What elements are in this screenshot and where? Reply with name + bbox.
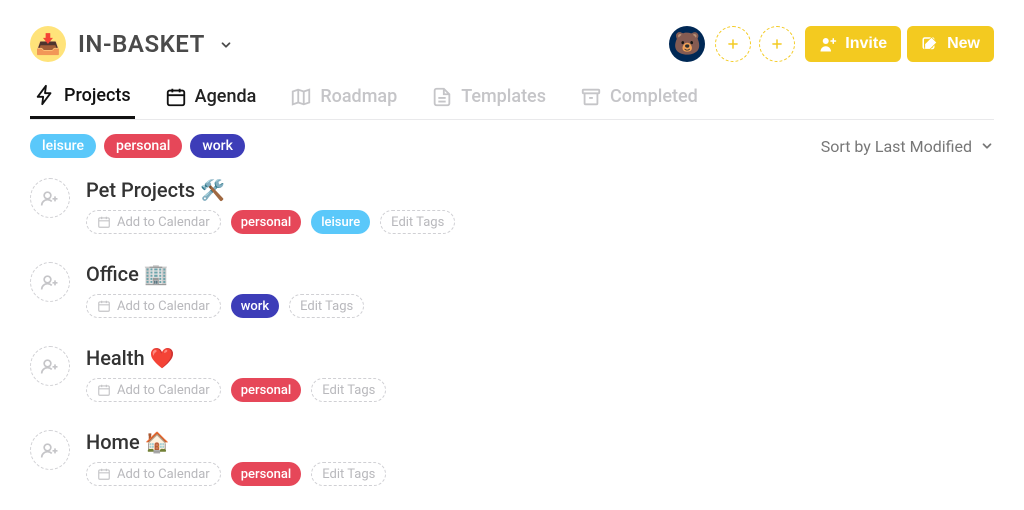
project-body: Home 🏠 Add to Calendar personal Edit Tags bbox=[86, 430, 994, 486]
tab-projects[interactable]: Projects bbox=[30, 74, 135, 119]
add-to-calendar-label: Add to Calendar bbox=[117, 299, 210, 314]
project-item: Home 🏠 Add to Calendar personal Edit Tags bbox=[30, 430, 994, 486]
project-list: Pet Projects 🛠️ Add to Calendar personal le… bbox=[30, 178, 994, 486]
header: 📥 IN-BASKET 🐻 Invite N bbox=[30, 20, 994, 68]
add-user-icon bbox=[40, 356, 60, 376]
project-title[interactable]: Office 🏢 bbox=[86, 262, 994, 286]
add-to-calendar-button[interactable]: Add to Calendar bbox=[86, 462, 221, 486]
project-item: Office 🏢 Add to Calendar work Edit Tags bbox=[30, 262, 994, 318]
project-meta: Add to Calendar work Edit Tags bbox=[86, 294, 994, 318]
edit-tags-button[interactable]: Edit Tags bbox=[311, 378, 386, 402]
workspace-title-text: IN-BASKET bbox=[78, 30, 205, 58]
project-body: Office 🏢 Add to Calendar work Edit Tags bbox=[86, 262, 994, 318]
tab-label: Agenda bbox=[195, 86, 257, 107]
add-collaborator-1-button[interactable] bbox=[715, 26, 751, 62]
edit-tags-button[interactable]: Edit Tags bbox=[380, 210, 455, 234]
assign-user-button[interactable] bbox=[30, 178, 70, 218]
project-body: Health ❤️ Add to Calendar personal Edit Tag… bbox=[86, 346, 994, 402]
filter-tag-personal[interactable]: personal bbox=[104, 134, 182, 158]
add-to-calendar-label: Add to Calendar bbox=[117, 383, 210, 398]
add-user-icon bbox=[40, 272, 60, 292]
sort-label: Sort by Last Modified bbox=[821, 137, 972, 156]
add-user-icon bbox=[819, 35, 837, 53]
map-icon bbox=[290, 86, 312, 108]
filter-row: leisure personal work Sort by Last Modif… bbox=[30, 134, 994, 158]
add-to-calendar-button[interactable]: Add to Calendar bbox=[86, 210, 221, 234]
user-avatar[interactable]: 🐻 bbox=[669, 26, 705, 62]
assign-user-button[interactable] bbox=[30, 346, 70, 386]
workspace-title[interactable]: IN-BASKET bbox=[78, 30, 233, 58]
chevron-down-icon bbox=[219, 37, 233, 56]
project-tag-personal[interactable]: personal bbox=[231, 210, 302, 234]
edit-tags-button[interactable]: Edit Tags bbox=[311, 462, 386, 486]
invite-button-label: Invite bbox=[845, 35, 887, 53]
workspace-icon[interactable]: 📥 bbox=[30, 26, 66, 62]
calendar-icon bbox=[165, 86, 187, 108]
invite-button[interactable]: Invite bbox=[805, 26, 901, 62]
project-title[interactable]: Health ❤️ bbox=[86, 346, 994, 370]
tab-label: Projects bbox=[64, 85, 131, 106]
calendar-icon bbox=[97, 299, 111, 313]
project-meta: Add to Calendar personal Edit Tags bbox=[86, 378, 994, 402]
add-to-calendar-button[interactable]: Add to Calendar bbox=[86, 294, 221, 318]
bear-icon: 🐻 bbox=[674, 32, 701, 57]
filter-tag-work[interactable]: work bbox=[190, 134, 245, 158]
project-body: Pet Projects 🛠️ Add to Calendar personal le… bbox=[86, 178, 994, 234]
tab-completed[interactable]: Completed bbox=[576, 74, 702, 119]
project-item: Health ❤️ Add to Calendar personal Edit Tag… bbox=[30, 346, 994, 402]
calendar-icon bbox=[97, 215, 111, 229]
add-to-calendar-label: Add to Calendar bbox=[117, 467, 210, 482]
tab-roadmap[interactable]: Roadmap bbox=[286, 74, 401, 119]
add-user-icon bbox=[40, 440, 60, 460]
project-tag-leisure[interactable]: leisure bbox=[311, 210, 370, 234]
tab-label: Templates bbox=[461, 86, 546, 107]
chevron-down-icon bbox=[980, 139, 994, 153]
project-title[interactable]: Home 🏠 bbox=[86, 430, 994, 454]
edit-tags-button[interactable]: Edit Tags bbox=[289, 294, 364, 318]
add-to-calendar-button[interactable]: Add to Calendar bbox=[86, 378, 221, 402]
tab-templates[interactable]: Templates bbox=[427, 74, 550, 119]
compose-icon bbox=[921, 35, 939, 53]
tab-label: Roadmap bbox=[320, 86, 397, 107]
project-meta: Add to Calendar personal Edit Tags bbox=[86, 462, 994, 486]
assign-user-button[interactable] bbox=[30, 430, 70, 470]
add-to-calendar-label: Add to Calendar bbox=[117, 215, 210, 230]
project-title[interactable]: Pet Projects 🛠️ bbox=[86, 178, 994, 202]
add-collaborator-2-button[interactable] bbox=[759, 26, 795, 62]
tabs-bar: Projects Agenda Roadmap Templates Comple bbox=[30, 74, 994, 120]
new-button-label: New bbox=[947, 35, 980, 53]
calendar-icon bbox=[97, 383, 111, 397]
tab-agenda[interactable]: Agenda bbox=[161, 74, 261, 119]
filter-tag-leisure[interactable]: leisure bbox=[30, 134, 96, 158]
project-meta: Add to Calendar personal leisure Edit Tags bbox=[86, 210, 994, 234]
project-tag-work[interactable]: work bbox=[231, 294, 279, 318]
archive-icon bbox=[580, 86, 602, 108]
assign-user-button[interactable] bbox=[30, 262, 70, 302]
project-item: Pet Projects 🛠️ Add to Calendar personal le… bbox=[30, 178, 994, 234]
tab-label: Completed bbox=[610, 86, 698, 107]
calendar-icon bbox=[97, 467, 111, 481]
document-icon bbox=[431, 86, 453, 108]
lightning-icon bbox=[34, 84, 56, 106]
project-tag-personal[interactable]: personal bbox=[231, 378, 302, 402]
workspace-emoji: 📥 bbox=[36, 32, 61, 56]
new-button[interactable]: New bbox=[907, 26, 994, 62]
add-user-icon bbox=[40, 188, 60, 208]
sort-button[interactable]: Sort by Last Modified bbox=[821, 137, 994, 156]
project-tag-personal[interactable]: personal bbox=[231, 462, 302, 486]
